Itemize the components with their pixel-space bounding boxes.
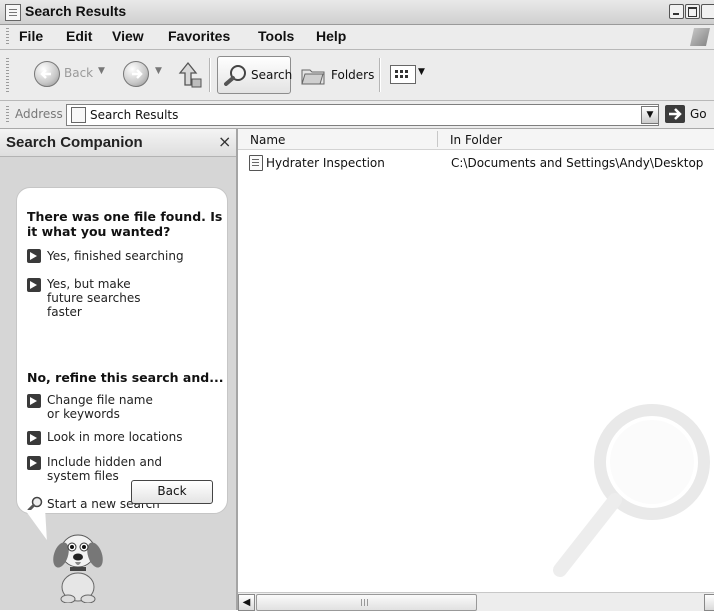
arrow-right-icon: [27, 431, 41, 445]
result-file-name[interactable]: Hydrater Inspection: [266, 156, 385, 170]
arrow-right-icon: [27, 456, 41, 470]
menu-favorites[interactable]: Favorites: [168, 28, 230, 44]
toolbar-grip[interactable]: [6, 58, 9, 92]
dog-icon[interactable]: [42, 525, 114, 606]
address-field[interactable]: Search Results: [66, 104, 659, 126]
search-button-label: Search: [251, 68, 293, 82]
windows-logo-icon: [690, 28, 710, 46]
result-file-folder[interactable]: C:\Documents and Settings\Andy\Desktop: [451, 156, 703, 170]
scroll-thumb[interactable]: [256, 594, 477, 611]
results-question: There was one file found. Is it what you…: [27, 209, 223, 239]
close-button[interactable]: [701, 4, 714, 19]
arrow-right-icon: [27, 278, 41, 292]
menu-tools[interactable]: Tools: [258, 28, 294, 44]
arrow-right-icon: [27, 249, 41, 263]
column-in-folder[interactable]: In Folder: [450, 133, 502, 147]
go-arrow-icon[interactable]: [665, 105, 685, 123]
menu-view[interactable]: View: [112, 28, 144, 44]
option-change-file-name[interactable]: Change file name or keywords: [47, 393, 163, 421]
search-companion-title: Search Companion: [6, 134, 143, 151]
search-results-icon: [5, 4, 21, 21]
option-hidden-system-files[interactable]: Include hidden and system files: [47, 455, 195, 483]
go-label[interactable]: Go: [690, 107, 707, 121]
menu-edit[interactable]: Edit: [66, 28, 92, 44]
document-icon[interactable]: [249, 155, 263, 171]
companion-back-button[interactable]: Back: [131, 480, 213, 504]
column-name[interactable]: Name: [250, 133, 285, 147]
views-icon[interactable]: [390, 65, 416, 84]
search-companion-pane: Search Companion × There was one file fo…: [0, 129, 238, 610]
address-grip[interactable]: [6, 106, 9, 123]
menu-bar: File Edit View Favorites Tools Help: [0, 25, 714, 50]
scroll-right-icon[interactable]: [704, 594, 714, 611]
arrow-right-icon: [27, 394, 41, 408]
search-results-icon: [71, 107, 86, 123]
address-dropdown-icon[interactable]: ▼: [641, 106, 659, 124]
option-faster-searches[interactable]: Yes, but make future searches faster: [47, 277, 159, 319]
up-folder-icon[interactable]: [176, 59, 204, 92]
forward-dropdown-icon[interactable]: ▼: [155, 66, 162, 76]
search-companion-header: Search Companion ×: [0, 129, 236, 157]
address-bar: Address Search Results: [0, 101, 714, 129]
close-icon[interactable]: ×: [218, 132, 231, 151]
results-column-header: Name In Folder: [238, 129, 714, 150]
title-bar[interactable]: Search Results: [0, 0, 714, 25]
menu-file[interactable]: File: [19, 28, 43, 44]
toolbar-separator: [379, 58, 380, 92]
views-dropdown-icon[interactable]: ▼: [418, 67, 425, 77]
search-icon: [224, 64, 248, 89]
address-label: Address: [15, 107, 63, 121]
back-dropdown-icon[interactable]: ▼: [98, 66, 105, 76]
maximize-button[interactable]: [685, 4, 700, 19]
folders-icon[interactable]: [300, 64, 326, 89]
menu-help[interactable]: Help: [316, 28, 346, 44]
speech-bubble: There was one file found. Is it what you…: [16, 187, 228, 514]
column-divider[interactable]: [437, 131, 438, 147]
refine-heading: No, refine this search and...: [27, 370, 224, 385]
address-value: Search Results: [90, 108, 179, 122]
window-title: Search Results: [25, 3, 127, 19]
back-arrow-icon[interactable]: [34, 61, 60, 87]
option-finished-searching[interactable]: Yes, finished searching: [47, 249, 217, 263]
back-button-label[interactable]: Back: [64, 66, 93, 80]
menu-grip[interactable]: [6, 28, 9, 46]
minimize-button[interactable]: [669, 4, 684, 19]
scroll-left-icon[interactable]: ◀: [238, 594, 255, 611]
magnifier-icon: [520, 390, 714, 593]
toolbar-separator: [209, 58, 210, 92]
option-more-locations[interactable]: Look in more locations: [47, 430, 217, 444]
search-button[interactable]: Search: [217, 56, 293, 94]
horizontal-scrollbar[interactable]: ◀: [238, 592, 714, 611]
folders-button-label[interactable]: Folders: [331, 68, 374, 82]
forward-arrow-icon[interactable]: [123, 61, 149, 87]
